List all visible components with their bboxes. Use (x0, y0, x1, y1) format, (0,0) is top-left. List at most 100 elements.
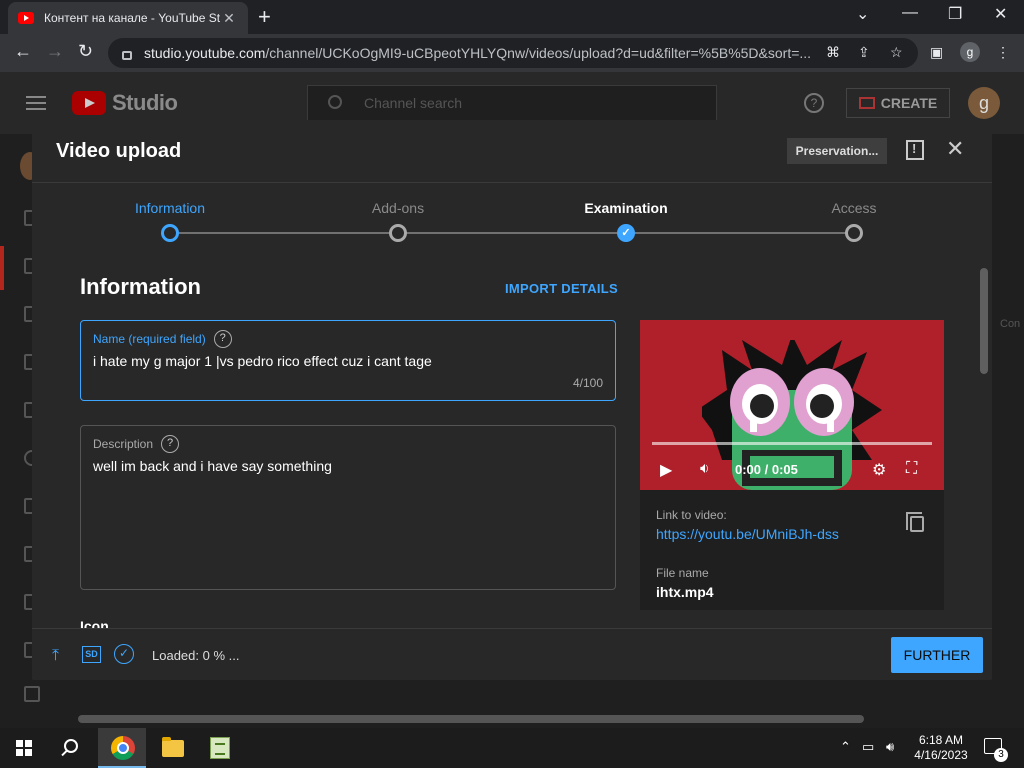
hamburger-menu-icon[interactable] (26, 96, 46, 110)
step-examination-label[interactable]: Examination (566, 200, 686, 216)
notification-count-badge: 3 (994, 748, 1008, 762)
volume-icon[interactable]: 🔉︎ (700, 460, 709, 477)
title-field[interactable]: Name (required field) ? i hate my g majo… (80, 320, 616, 401)
address-bar[interactable]: studio.youtube.com/channel/UCKoOgMI9-uCB… (108, 38, 918, 68)
taskbar-search-icon[interactable] (64, 739, 78, 753)
step-access-dot[interactable] (845, 224, 863, 242)
video-upload-dialog: Video upload Preservation... ✕ Informati… (32, 120, 992, 680)
step-examination-check-icon[interactable]: ✓ (617, 224, 635, 242)
sidepanel-icon[interactable]: ▣ (930, 44, 943, 61)
share-icon[interactable]: ⇪ (858, 44, 870, 61)
sidebar-active-indicator (0, 246, 4, 290)
maximize-icon[interactable]: ❐ (948, 4, 962, 24)
description-help-icon[interactable]: ? (161, 435, 180, 453)
settings-gear-icon[interactable]: ⚙ (872, 460, 886, 480)
preservation-status-button[interactable]: Preservation... (787, 138, 887, 164)
menu-kebab-icon[interactable]: ⋮ (996, 44, 1010, 61)
video-preview-card: ▶ 🔉︎ 0:00 / 0:05 ⚙ ⛶ Link to video: http… (640, 320, 944, 610)
translate-icon[interactable]: ⌘ (826, 44, 840, 61)
channel-search-input[interactable]: Channel search (307, 85, 717, 121)
channel-search-placeholder: Channel search (364, 95, 463, 111)
step-addons-label[interactable]: Add-ons (338, 200, 458, 216)
copy-link-icon[interactable] (906, 512, 924, 532)
tab-close-icon[interactable]: ✕ (220, 10, 238, 27)
url-domain: studio.youtube.com (144, 45, 266, 61)
notepad-app-icon[interactable] (210, 737, 230, 759)
video-progress-bar[interactable] (652, 442, 932, 445)
channel-avatar[interactable]: g (968, 87, 1000, 119)
title-help-icon[interactable]: ? (213, 330, 232, 348)
taskbar-clock[interactable]: 6:18 AM 4/16/2023 (906, 733, 976, 763)
description-field[interactable]: Description ? well im back and i have sa… (80, 425, 616, 590)
browser-profile-avatar[interactable]: g (960, 42, 980, 62)
dialog-footer: ⤒ SD ✓ Loaded: 0 % ... FURTHER (32, 628, 992, 680)
file-explorer-icon[interactable] (162, 737, 184, 757)
dialog-title: Video upload (56, 140, 182, 162)
sidebar-feedback-icon[interactable] (24, 686, 40, 702)
upload-progress-text: Loaded: 0 % ... (152, 648, 240, 663)
tab-search-chevron-icon[interactable]: ⌄ (856, 4, 869, 24)
forward-arrow-icon[interactable]: → (46, 41, 64, 62)
sd-quality-icon[interactable]: SD (82, 646, 101, 663)
file-name-value: ihtx.mp4 (656, 584, 714, 600)
dialog-content[interactable]: Information IMPORT DETAILS Name (require… (32, 260, 992, 628)
video-player[interactable]: ▶ 🔉︎ 0:00 / 0:05 ⚙ ⛶ (640, 320, 944, 490)
video-link-label: Link to video: (656, 508, 727, 522)
video-link[interactable]: https://youtu.be/UMniBJh-dss (656, 526, 839, 542)
minimize-icon[interactable]: — (902, 4, 918, 22)
video-time: 0:00 / 0:05 (735, 462, 798, 477)
description-input[interactable]: well im back and i have say something (93, 458, 332, 474)
fullscreen-icon[interactable]: ⛶ (906, 460, 917, 478)
tray-chevron-icon[interactable]: ⌃ (840, 739, 851, 755)
dialog-divider (32, 182, 992, 183)
back-arrow-icon[interactable]: ← (14, 41, 32, 62)
import-details-button[interactable]: IMPORT DETAILS (505, 281, 618, 296)
windows-taskbar: ⌃ ▭ 🔊︎ 6:18 AM 4/16/2023 3 (0, 728, 1024, 768)
reload-icon[interactable]: ↻ (78, 41, 93, 62)
title-field-label: Name (required field) (93, 332, 206, 346)
browser-toolbar: ← → ↻ studio.youtube.com/channel/UCKoOgM… (0, 34, 1024, 72)
create-button[interactable]: CREATE (846, 88, 950, 118)
clock-time: 6:18 AM (918, 733, 964, 747)
tab-title: Контент на канале - YouTube St (44, 11, 220, 25)
step-access-label[interactable]: Access (794, 200, 914, 216)
studio-logo-text: Studio (112, 90, 178, 115)
title-input[interactable]: i hate my g major 1 |vs pedro rico effec… (93, 353, 432, 369)
description-field-label: Description (93, 437, 154, 451)
chrome-taskbar-icon[interactable] (111, 736, 135, 760)
play-icon[interactable]: ▶ (660, 460, 672, 480)
lock-icon (122, 50, 132, 60)
youtube-favicon-icon (18, 12, 34, 24)
icon-section-heading: Icon (80, 618, 109, 628)
step-information-label[interactable]: Information (110, 200, 230, 216)
new-tab-icon[interactable]: + (258, 4, 271, 30)
volume-tray-icon[interactable]: 🔊︎ (886, 739, 894, 755)
content-scrollbar[interactable] (980, 268, 988, 374)
checks-complete-icon[interactable]: ✓ (114, 644, 134, 664)
section-title: Information (80, 274, 201, 299)
browser-tab[interactable]: Контент на канале - YouTube St ✕ (8, 2, 248, 34)
window-close-icon[interactable]: ✕ (994, 4, 1007, 24)
stepper-line (170, 232, 854, 234)
help-icon[interactable]: ? (804, 93, 824, 113)
further-button[interactable]: FURTHER (891, 637, 983, 673)
youtube-logo-icon[interactable] (72, 91, 106, 115)
url-path: /channel/UCKoOgMI9-uCBpeotYHLYQnw/videos… (265, 45, 812, 61)
upload-arrow-icon[interactable]: ⤒ (52, 647, 59, 665)
video-camera-icon (858, 97, 875, 109)
file-name-label: File name (656, 566, 709, 580)
step-addons-dot[interactable] (389, 224, 407, 242)
background-partial-text: Con (1000, 318, 1021, 330)
create-label: CREATE (880, 95, 938, 111)
browser-tabstrip: Контент на канале - YouTube St ✕ + ⌄ — ❐… (0, 0, 1024, 34)
bookmark-star-icon[interactable]: ☆ (890, 44, 903, 61)
windows-start-icon[interactable] (16, 740, 32, 756)
network-icon[interactable]: ▭ (862, 739, 874, 755)
page-horizontal-scrollbar[interactable] (78, 715, 864, 723)
clock-date: 4/16/2023 (914, 748, 968, 762)
search-icon (328, 95, 342, 109)
dialog-close-icon[interactable]: ✕ (946, 136, 964, 162)
step-information-dot[interactable] (161, 224, 179, 242)
title-char-counter: 4/100 (572, 376, 603, 390)
feedback-flag-icon[interactable] (906, 140, 924, 160)
